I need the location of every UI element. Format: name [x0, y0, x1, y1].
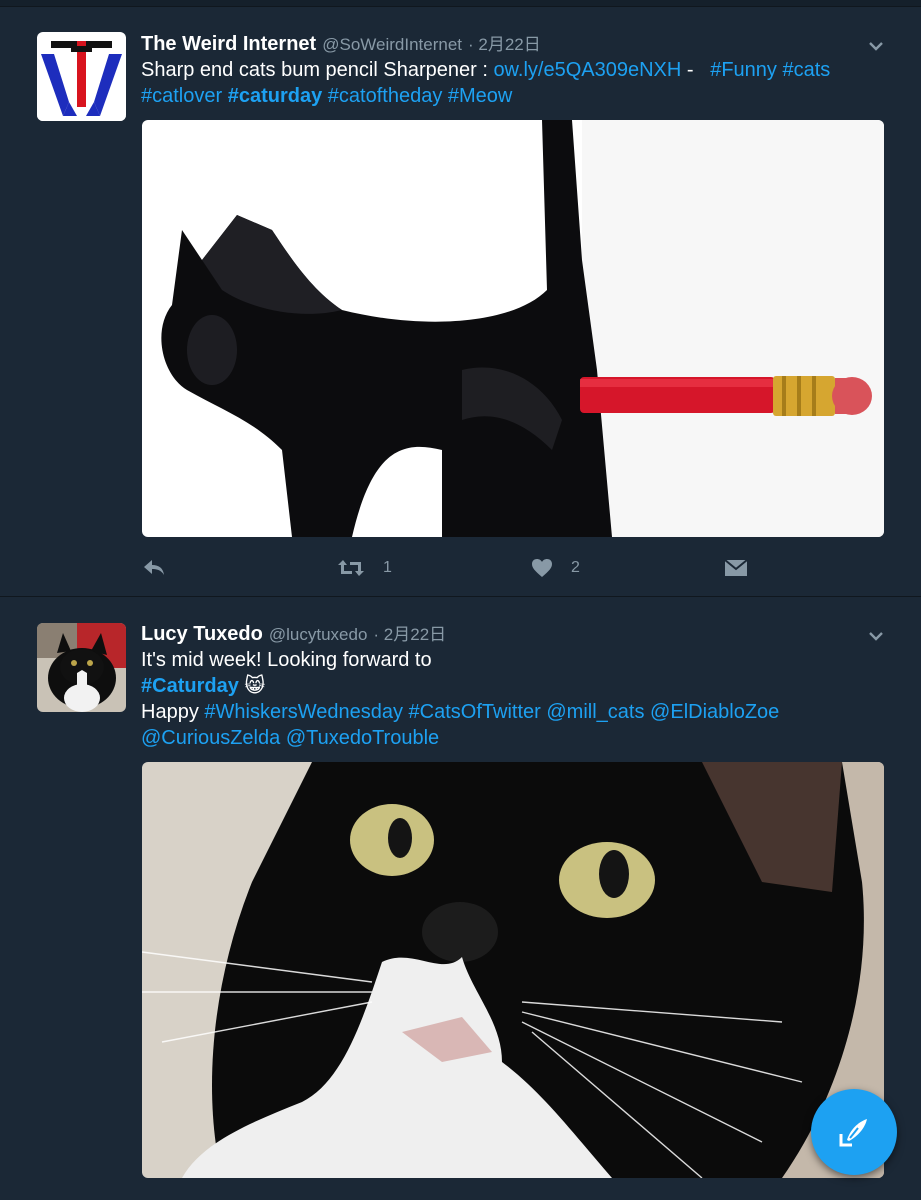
mention-curiouszelda[interactable]: @CuriousZelda	[141, 727, 280, 749]
display-name[interactable]: Lucy Tuxedo	[141, 623, 263, 645]
hashtag-catsoftwitter[interactable]: #CatsOfTwitter	[409, 701, 541, 723]
user-handle[interactable]: @SoWeirdInternet	[322, 35, 462, 54]
hashtag-funny[interactable]: #Funny	[710, 59, 777, 81]
top-bar-edge	[0, 0, 921, 7]
mention-tuxedotrouble[interactable]: @TuxedoTrouble	[286, 727, 439, 749]
hashtag-catoftheday[interactable]: #catoftheday	[328, 85, 443, 107]
hashtag-whiskerswednesday[interactable]: #WhiskersWednesday	[204, 701, 403, 723]
tweet-media-image[interactable]	[142, 120, 884, 537]
tweet-text-sep: -	[681, 59, 711, 81]
envelope-icon	[724, 559, 748, 576]
mention-eldiablozoe[interactable]: @ElDiabloZoe	[650, 701, 779, 723]
tweet-text: It's mid week! Looking forward to #Catur…	[141, 647, 861, 751]
tweet-actions: 1 2	[142, 553, 884, 583]
avatar[interactable]	[37, 32, 126, 121]
tweet-card[interactable]: The Weird Internet @SoWeirdInternet · 2月22…	[0, 7, 921, 597]
reply-button[interactable]	[142, 553, 184, 583]
mention-mill-cats[interactable]: @mill_cats	[546, 701, 644, 723]
retweet-icon	[338, 560, 364, 576]
tweet-date: · 2月22日	[468, 35, 541, 54]
chevron-down-icon[interactable]	[867, 37, 885, 55]
retweet-button[interactable]: 1	[337, 553, 392, 583]
hashtag-cats[interactable]: #cats	[783, 59, 831, 81]
grinning-cat-emoji: 😸	[244, 675, 266, 697]
reply-icon	[144, 560, 164, 575]
hashtag-caturday[interactable]: #caturday	[228, 85, 323, 107]
hashtag-catlover[interactable]: #catlover	[141, 85, 222, 107]
like-count: 2	[571, 559, 580, 576]
tweet-header: The Weird Internet @SoWeirdInternet · 2月22…	[141, 30, 541, 55]
display-name[interactable]: The Weird Internet	[141, 33, 316, 55]
tweet-text: Sharp end cats bum pencil Sharpener : ow…	[141, 57, 861, 109]
chevron-down-icon[interactable]	[867, 627, 885, 645]
avatar[interactable]	[37, 623, 126, 712]
heart-icon	[532, 559, 552, 577]
tweet-text-plain: Happy	[141, 701, 205, 723]
user-handle[interactable]: @lucytuxedo	[269, 625, 368, 644]
tweet-text-line: It's mid week! Looking forward to	[141, 649, 432, 671]
tweet-link[interactable]: ow.ly/e5QA309eNXH	[493, 59, 681, 81]
hashtag-meow[interactable]: #Meow	[448, 85, 512, 107]
like-button[interactable]: 2	[531, 553, 580, 583]
tweet-header: Lucy Tuxedo @lucytuxedo · 2月22日	[141, 620, 447, 645]
tweet-date: · 2月22日	[373, 625, 447, 644]
tweet-media-image[interactable]	[142, 762, 884, 1178]
tweet-text-plain: Sharp end cats bum pencil Sharpener :	[141, 59, 494, 81]
tweet-card[interactable]: Lucy Tuxedo @lucytuxedo · 2月22日 It's mid w…	[0, 597, 921, 1200]
retweet-count: 1	[383, 559, 392, 576]
direct-message-button[interactable]	[724, 553, 766, 583]
compose-tweet-button[interactable]	[811, 1089, 897, 1175]
hashtag-caturday[interactable]: #Caturday	[141, 675, 239, 697]
compose-icon	[839, 1119, 867, 1147]
